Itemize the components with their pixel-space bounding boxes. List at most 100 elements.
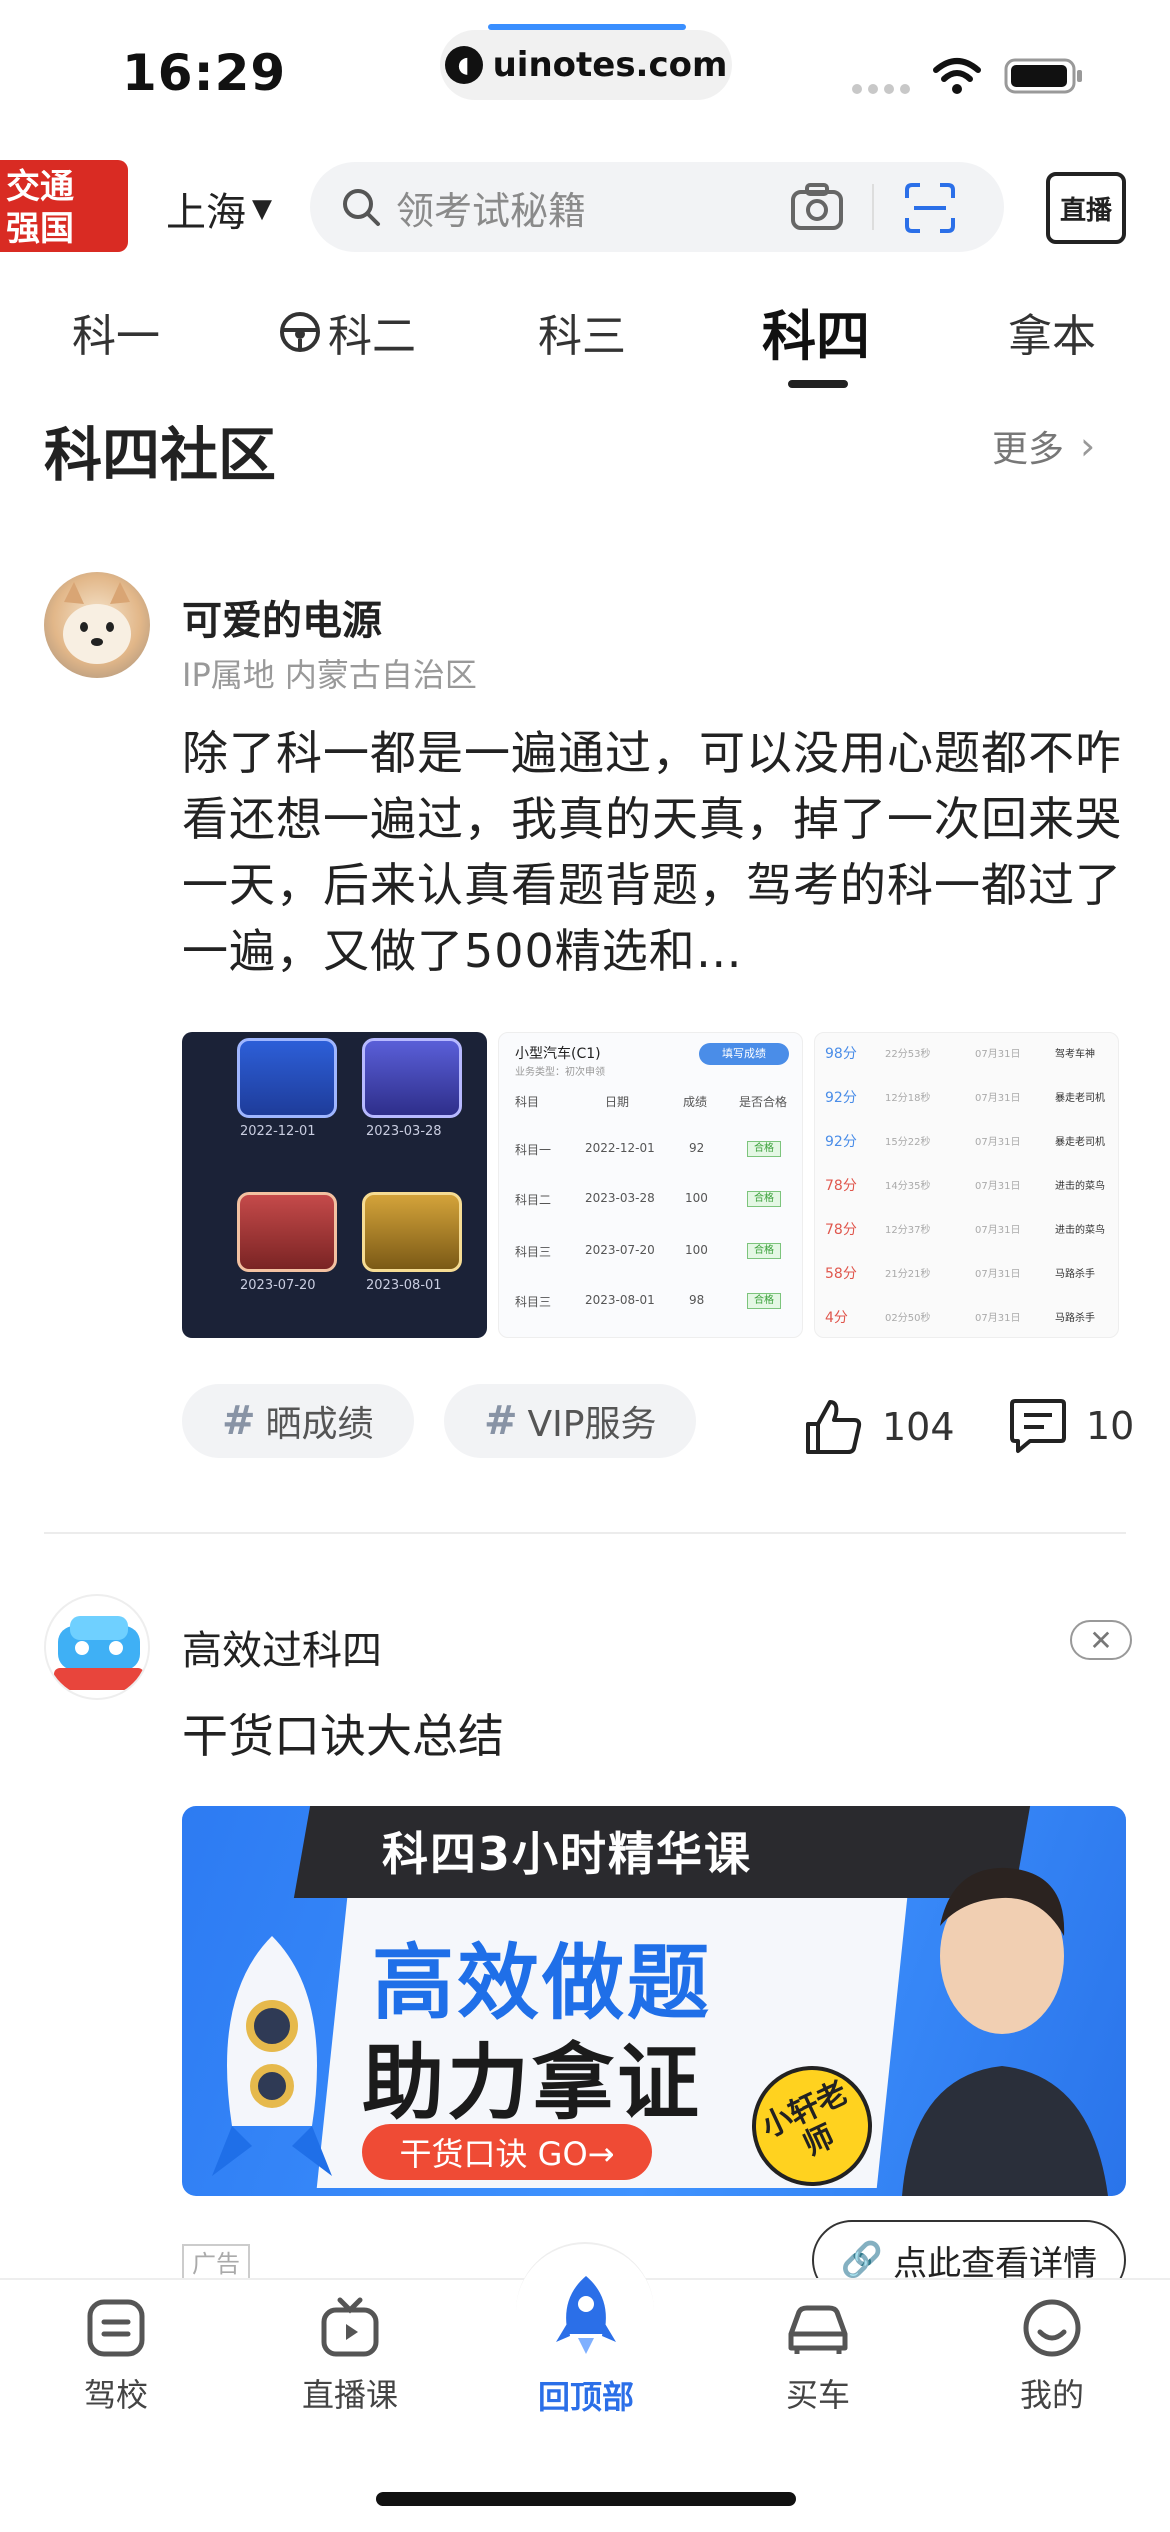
rank-date: 07月31日 <box>975 1269 1021 1280</box>
rank-user: 马路杀手 <box>1055 1269 1095 1280</box>
post-author[interactable]: 可爱的电源 <box>182 588 382 646</box>
scan-icon[interactable] <box>904 182 956 234</box>
avatar[interactable] <box>44 572 150 678</box>
traffic-power-logo[interactable]: 交通 强国 <box>0 160 128 252</box>
comment-button[interactable]: 10 <box>1008 1398 1134 1454</box>
rocket-icon <box>212 1936 332 2176</box>
city-label: 上海 <box>166 190 246 236</box>
tag-label: 晒成绩 <box>265 1404 374 1445</box>
like-button[interactable]: 104 <box>804 1398 955 1456</box>
nav-back-to-top[interactable]: 回顶部 <box>496 2272 676 2418</box>
driving-school-icon <box>87 2299 145 2357</box>
post-image-score-table[interactable]: 小型汽车(C1) 业务类型：初次申领 填写成绩 科目 日期 成绩 是否合格 科目… <box>498 1032 803 1338</box>
rocket-icon <box>556 2276 616 2354</box>
nav-driving-school[interactable]: 驾校 <box>26 2296 206 2416</box>
rank-score: 78分 <box>825 1222 857 1238</box>
more-label: 更多 <box>992 429 1065 470</box>
post-author[interactable]: 高效过科四 <box>182 1618 382 1676</box>
tab-ke3[interactable]: 科三 <box>538 300 626 364</box>
section-title: 科四社区 <box>44 421 277 489</box>
nav-live-course[interactable]: 直播课 <box>260 2296 440 2416</box>
table-header: 日期 <box>605 1095 630 1109</box>
post-image-ranking[interactable]: 98分 22分53秒 07月31日 驾考车神 92分 12分18秒 07月31日… <box>814 1032 1119 1338</box>
rank-user: 进击的菜鸟 <box>1055 1225 1105 1236</box>
car-icon <box>788 2305 848 2354</box>
post-image-badges[interactable]: 2022-12-01 2023-03-28 2023-07-20 2023-08… <box>182 1032 487 1338</box>
nav-label: 买车 <box>785 2376 850 2414</box>
url-pill[interactable]: ◖ uinotes.com <box>440 30 732 100</box>
teacher-photo <box>902 1867 1108 2196</box>
post-body[interactable]: 除了科一都是一遍通过，可以没用心题都不咋看还想一遍过，我真的天真，掉了一次回来哭… <box>182 720 1122 984</box>
ad-headline-2: 助力拿证 <box>362 2036 703 2131</box>
tab-ke2-label: 科二 <box>328 311 416 362</box>
battery-icon <box>1004 58 1082 94</box>
city-selector[interactable]: 上海 ▼ <box>166 180 272 238</box>
tab-ke2[interactable]: 科二 <box>278 300 416 364</box>
badge-ke3 <box>237 1192 337 1272</box>
rank-score: 92分 <box>825 1090 857 1106</box>
hashtag-icon: # <box>222 1398 256 1444</box>
smile-icon <box>1023 2299 1081 2357</box>
nav-label: 回顶部 <box>537 2378 634 2416</box>
table-cell: 2023-08-01 <box>585 1293 655 1307</box>
rank-user: 暴走老司机 <box>1055 1137 1105 1148</box>
badge-ke4 <box>362 1192 462 1272</box>
table-cell: 2023-07-20 <box>585 1243 655 1257</box>
rank-score: 78分 <box>825 1178 857 1194</box>
live-tv-icon <box>321 2297 379 2357</box>
table-header: 是否合格 <box>739 1095 788 1109</box>
logo-line-1: 交通 <box>6 167 74 207</box>
rank-date: 07月31日 <box>975 1181 1021 1192</box>
search-placeholder: 领考试秘籍 <box>396 188 587 233</box>
status-time: 16:29 <box>122 44 287 102</box>
close-ad-button[interactable]: ✕ <box>1070 1620 1132 1660</box>
tag-label: VIP服务 <box>527 1404 657 1445</box>
table-cell: 100 <box>685 1243 708 1257</box>
rank-user: 马路杀手 <box>1055 1313 1095 1324</box>
tab-nabeng[interactable]: 拿本 <box>1008 300 1096 364</box>
table-cell: 98 <box>689 1293 705 1307</box>
table-cell: 科目一 <box>515 1143 552 1157</box>
table-cell: 科目二 <box>515 1193 552 1207</box>
pass-badge: 合格 <box>747 1191 781 1207</box>
tag-show-score[interactable]: # 晒成绩 <box>182 1384 414 1458</box>
tab-ke4[interactable]: 科四 <box>762 292 870 371</box>
tab-active-indicator <box>788 380 848 388</box>
nav-mine[interactable]: 我的 <box>962 2296 1142 2416</box>
rank-score: 58分 <box>825 1266 857 1282</box>
rank-time: 02分50秒 <box>885 1313 931 1324</box>
nav-buy-car[interactable]: 买车 <box>728 2296 908 2416</box>
ad-banner[interactable]: 科四3小时精华课 高效做题 助力拿证 干货口诀 GO→ 小轩老师 <box>182 1806 1126 2196</box>
home-indicator <box>376 2492 796 2506</box>
thumbs-up-icon <box>806 1400 862 1454</box>
tab-ke1[interactable]: 科一 <box>72 300 160 364</box>
table-cell: 科目三 <box>515 1295 552 1309</box>
url-text: uinotes.com <box>492 45 728 85</box>
badge-date: 2023-08-01 <box>366 1278 442 1293</box>
close-icon: ✕ <box>1089 1623 1113 1657</box>
pass-badge: 合格 <box>747 1293 781 1309</box>
camera-icon[interactable] <box>790 182 844 232</box>
table-header: 成绩 <box>683 1095 708 1109</box>
table-cell: 2023-03-28 <box>585 1191 655 1205</box>
wifi-icon <box>933 58 981 94</box>
hashtag-icon: # <box>484 1398 518 1444</box>
tag-vip-service[interactable]: # VIP服务 <box>444 1384 697 1458</box>
more-link[interactable]: 更多 › <box>992 420 1095 472</box>
rank-time: 22分53秒 <box>885 1049 931 1060</box>
search-icon <box>343 189 380 226</box>
table-subtitle: 业务类型：初次申领 <box>515 1067 605 1078</box>
search-box[interactable]: 领考试秘籍 <box>310 162 1004 252</box>
rank-user: 驾考车神 <box>1055 1049 1095 1060</box>
post-body[interactable]: 干货口诀大总结 <box>182 1700 504 1766</box>
nav-label: 直播课 <box>301 2376 398 2414</box>
live-button[interactable]: 直播 <box>1046 172 1126 244</box>
avatar[interactable] <box>44 1594 150 1700</box>
nav-label: 驾校 <box>83 2376 148 2414</box>
rank-score: 98分 <box>825 1046 857 1062</box>
rank-time: 12分18秒 <box>885 1093 931 1104</box>
rank-date: 07月31日 <box>975 1313 1021 1324</box>
signal-dots-icon <box>852 84 910 94</box>
table-header: 科目 <box>515 1095 540 1109</box>
car-mascot-icon <box>54 1616 144 1690</box>
